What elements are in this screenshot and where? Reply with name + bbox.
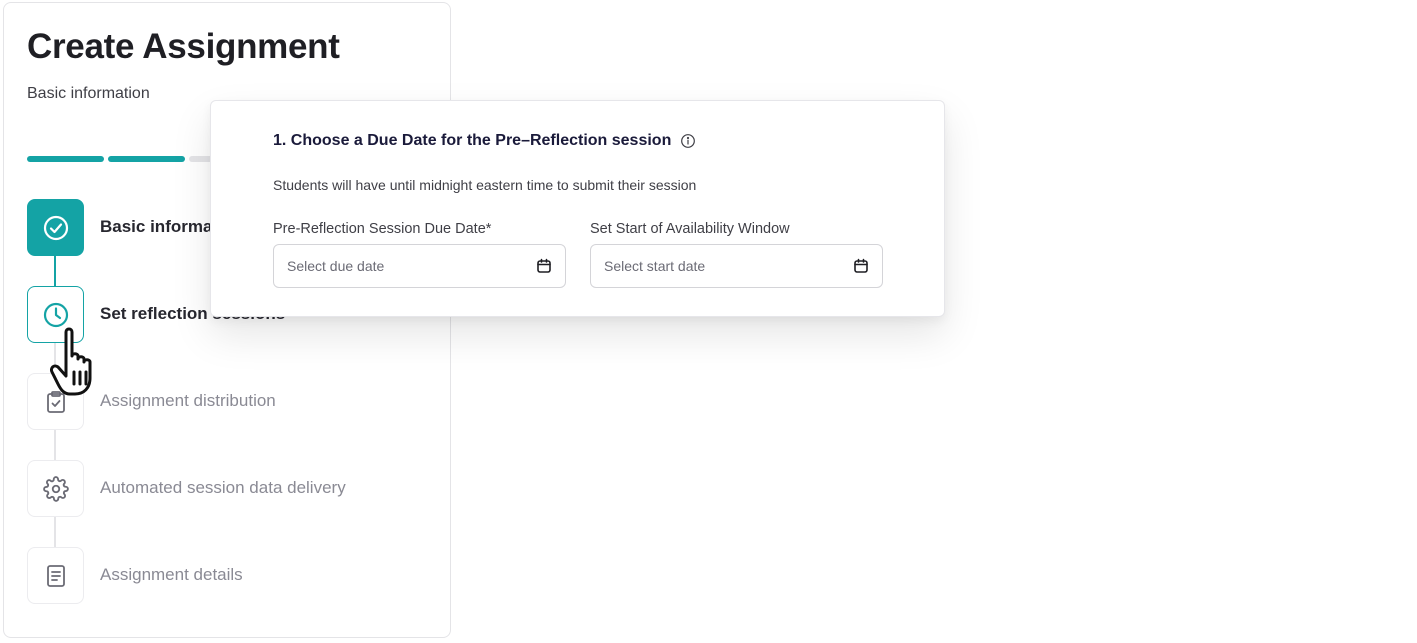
due-date-popover: 1. Choose a Due Date for the Pre–Reflect… [210,100,945,317]
due-date-placeholder: Select due date [287,258,385,274]
page-subtitle: Basic information [27,85,150,102]
calendar-icon[interactable] [853,258,869,274]
check-circle-icon [43,215,68,240]
step-automated-session-data-delivery[interactable]: Automated session data delivery [27,460,437,517]
step-connector [54,256,56,286]
step-icon-box [27,547,84,604]
clock-icon [43,302,68,327]
wizard-sidebar-card: Create Assignment Basic information Basi… [3,2,451,638]
step-assignment-details[interactable]: Assignment details [27,547,437,604]
step-connector [54,430,56,460]
hand-pointer-cursor-icon [50,327,92,396]
step-icon-box [27,199,84,256]
calendar-icon[interactable] [536,258,552,274]
due-date-label: Pre-Reflection Session Due Date* [273,221,492,237]
step-label: Assignment details [100,565,243,584]
step-icon-box [27,460,84,517]
document-icon [46,564,65,587]
start-date-input[interactable]: Select start date [590,244,883,288]
start-date-placeholder: Select start date [604,258,706,274]
step-label: Automated session data delivery [100,478,346,497]
info-icon[interactable] [680,133,696,149]
page-title: Create Assignment [27,27,340,66]
start-date-label: Set Start of Availability Window [590,221,790,237]
gear-icon [42,475,69,502]
step-connector [54,517,56,547]
progress-segment-1 [27,156,104,162]
progress-segment-2 [108,156,185,162]
due-date-input[interactable]: Select due date [273,244,566,288]
popover-description: Students will have until midnight easter… [273,177,697,193]
popover-title: 1. Choose a Due Date for the Pre–Reflect… [273,132,672,149]
step-label: Assignment distribution [100,391,276,410]
